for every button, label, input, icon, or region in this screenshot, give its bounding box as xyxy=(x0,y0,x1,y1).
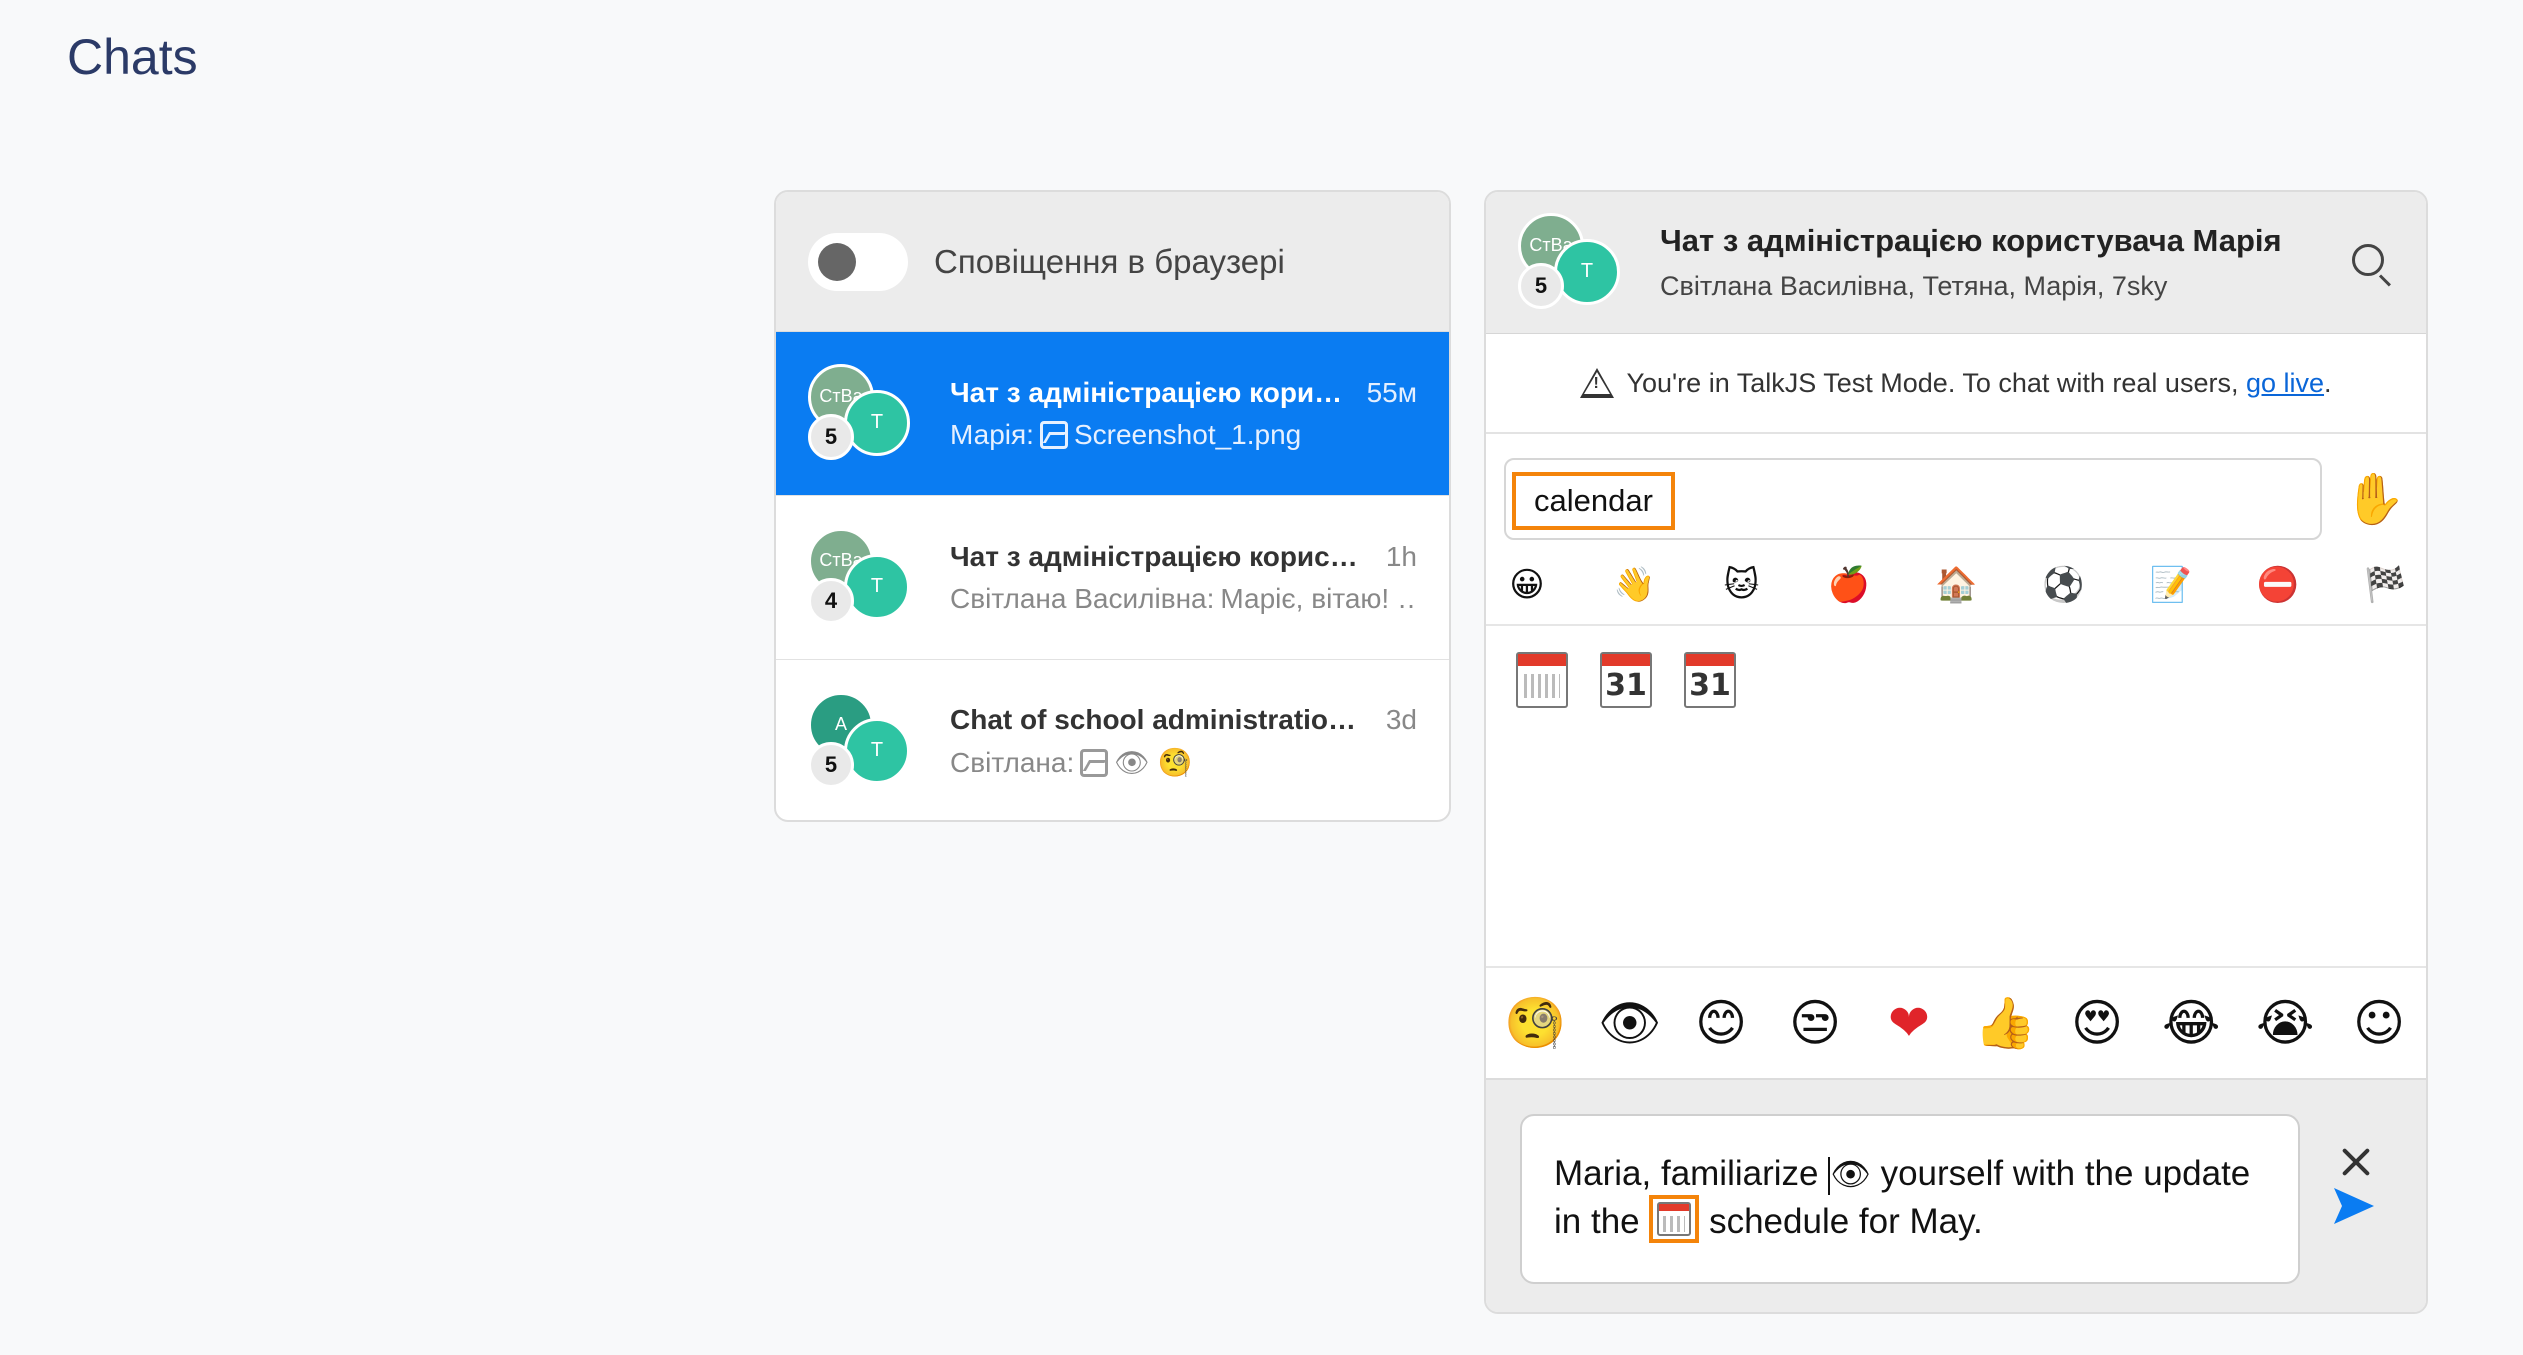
thumbs-up-emoji[interactable]: 👍 xyxy=(1974,994,2036,1052)
calendar-icon[interactable] xyxy=(1516,652,1568,708)
category-objects-icon[interactable]: 📝 xyxy=(2150,564,2192,606)
group-avatar: СтВа Т 5 xyxy=(808,363,910,464)
browser-notifications-label: Сповіщення в браузері xyxy=(934,242,1285,280)
participant-count-badge: 5 xyxy=(808,741,854,788)
conversation-last-message: Світлана: 👁 🧐 xyxy=(950,746,1417,779)
avatar: Т xyxy=(844,717,910,784)
avatar: Т xyxy=(844,389,910,456)
broken-image-icon xyxy=(1080,748,1109,777)
unamused-face-emoji[interactable]: 😒 xyxy=(1786,994,1844,1052)
category-food-icon[interactable]: 🍎 xyxy=(1828,564,1870,606)
smiling-face-emoji[interactable]: 😊 xyxy=(1692,994,1750,1052)
page-title: Chats xyxy=(67,29,198,85)
last-message-text: 👁 🧐 xyxy=(1114,747,1193,778)
conversation-time: 3d xyxy=(1385,704,1417,735)
calendar-icon[interactable]: 31 xyxy=(1684,652,1736,708)
skin-tone-button[interactable]: ✋ xyxy=(2344,474,2406,524)
close-icon[interactable] xyxy=(2336,1142,2376,1182)
chat-panel: СтВа Т 5 Чат з адміністрацією користувач… xyxy=(1484,190,2428,1314)
category-flags-icon[interactable]: 🏁 xyxy=(2364,564,2406,606)
eye-emoji[interactable]: 👁 xyxy=(1598,994,1661,1052)
quick-emoji-bar: 🧐 👁 😊 😒 ❤ 👍 😍 😂 😭 ☺ xyxy=(1486,968,2426,1080)
compose-area: Maria, familiarize 👁 yourself with the u… xyxy=(1486,1080,2426,1312)
participant-count-badge: 5 xyxy=(1518,262,1564,309)
browser-notifications-toggle[interactable] xyxy=(808,232,908,291)
eye-emoji: 👁 xyxy=(1830,1155,1871,1193)
heart-emoji[interactable]: ❤ xyxy=(1880,994,1938,1052)
conversation-title: Chat of school administration E… xyxy=(950,704,1365,735)
emoji-category-tabs: 😀 👋 🐱 🍎 🏠 ⚽ 📝 ⛔ 🏁 xyxy=(1486,546,2426,626)
conversation-item[interactable]: СтВа Т 5 Чат з адміністрацією користувач… xyxy=(776,332,1449,496)
conversation-time: 55м xyxy=(1366,376,1417,408)
last-message-sender: Марія: xyxy=(950,418,1034,450)
blush-emoji[interactable]: ☺ xyxy=(2350,994,2408,1052)
category-smileys-icon[interactable]: 😀 xyxy=(1506,564,1548,606)
inserted-calendar-emoji xyxy=(1649,1194,1700,1243)
group-avatar: А Т 5 xyxy=(808,691,910,792)
conversation-item[interactable]: СтВа Т 4 Чат з адміністрацією користувач… xyxy=(776,496,1449,660)
chat-title: Чат з адміністрацією користувача Марія xyxy=(1660,223,2282,258)
conversation-title: Чат з адміністрацією користувача Марія xyxy=(950,540,1365,572)
chat-header: СтВа Т 5 Чат з адміністрацією користувач… xyxy=(1486,192,2426,334)
joy-emoji[interactable]: 😂 xyxy=(2162,994,2220,1052)
send-icon[interactable] xyxy=(2332,1186,2376,1226)
test-mode-end: . xyxy=(2324,367,2332,398)
category-travel-icon[interactable]: 🏠 xyxy=(1935,564,1977,606)
conversation-item[interactable]: А Т 5 Chat of school administration E… 3… xyxy=(776,660,1449,820)
category-people-icon[interactable]: 👋 xyxy=(1613,564,1655,606)
conversation-last-message: Марія: Screenshot_1.png xyxy=(950,419,1417,451)
go-live-link[interactable]: go live xyxy=(2246,368,2324,398)
test-mode-text: You're in TalkJS Test Mode. To chat with… xyxy=(1626,367,2239,398)
avatar: Т xyxy=(1554,238,1620,305)
message-text: Maria, familiarize xyxy=(1554,1154,1819,1193)
emoji-search-row: calendar ✋ xyxy=(1486,434,2426,546)
last-message-text: Screenshot_1.png xyxy=(1073,418,1302,450)
category-activities-icon[interactable]: ⚽ xyxy=(2042,564,2084,606)
last-message-sender: Світлана Василівна: xyxy=(950,582,1215,614)
calendar-icon xyxy=(1657,1201,1692,1236)
emoji-search-value: calendar xyxy=(1512,472,1675,530)
conversation-title: Чат з адміністрацією користувача Марія xyxy=(950,376,1351,408)
inbox-header: Сповіщення в браузері xyxy=(776,192,1449,332)
monocle-face-emoji[interactable]: 🧐 xyxy=(1504,994,1566,1052)
test-mode-banner: You're in TalkJS Test Mode. To chat with… xyxy=(1486,334,2426,434)
avatar: Т xyxy=(844,553,910,620)
emoji-search-results: 31 31 xyxy=(1486,626,2426,968)
heart-eyes-emoji[interactable]: 😍 xyxy=(2068,994,2126,1052)
inbox-panel: Сповіщення в браузері СтВа Т 5 Чат з адм… xyxy=(774,190,1451,822)
emoji-search-input[interactable]: calendar xyxy=(1504,458,2322,540)
group-avatar: СтВа Т 4 xyxy=(808,527,910,628)
toggle-knob xyxy=(818,242,856,281)
warning-icon xyxy=(1580,368,1615,398)
conversation-time: 1h xyxy=(1385,540,1417,572)
category-symbols-icon[interactable]: ⛔ xyxy=(2257,564,2299,606)
group-avatar: СтВа Т 5 xyxy=(1518,212,1620,313)
category-animals-icon[interactable]: 🐱 xyxy=(1721,564,1763,606)
calendar-icon[interactable]: 31 xyxy=(1600,652,1652,708)
last-message-sender: Світлана: xyxy=(950,746,1075,778)
participant-count-badge: 5 xyxy=(808,413,854,460)
message-input[interactable]: Maria, familiarize 👁 yourself with the u… xyxy=(1520,1114,2300,1284)
last-message-text: Маріє, вітаю! … xyxy=(1220,582,1417,614)
chat-participants: Світлана Василівна, Тетяна, Марія, 7sky xyxy=(1660,271,2168,301)
image-icon xyxy=(1039,420,1068,449)
participant-count-badge: 4 xyxy=(808,577,854,624)
conversation-last-message: Світлана Василівна: Маріє, вітаю! … xyxy=(950,583,1417,615)
crying-emoji[interactable]: 😭 xyxy=(2256,994,2314,1052)
search-icon[interactable] xyxy=(2350,242,2394,287)
message-text: schedule for May. xyxy=(1709,1202,1983,1241)
